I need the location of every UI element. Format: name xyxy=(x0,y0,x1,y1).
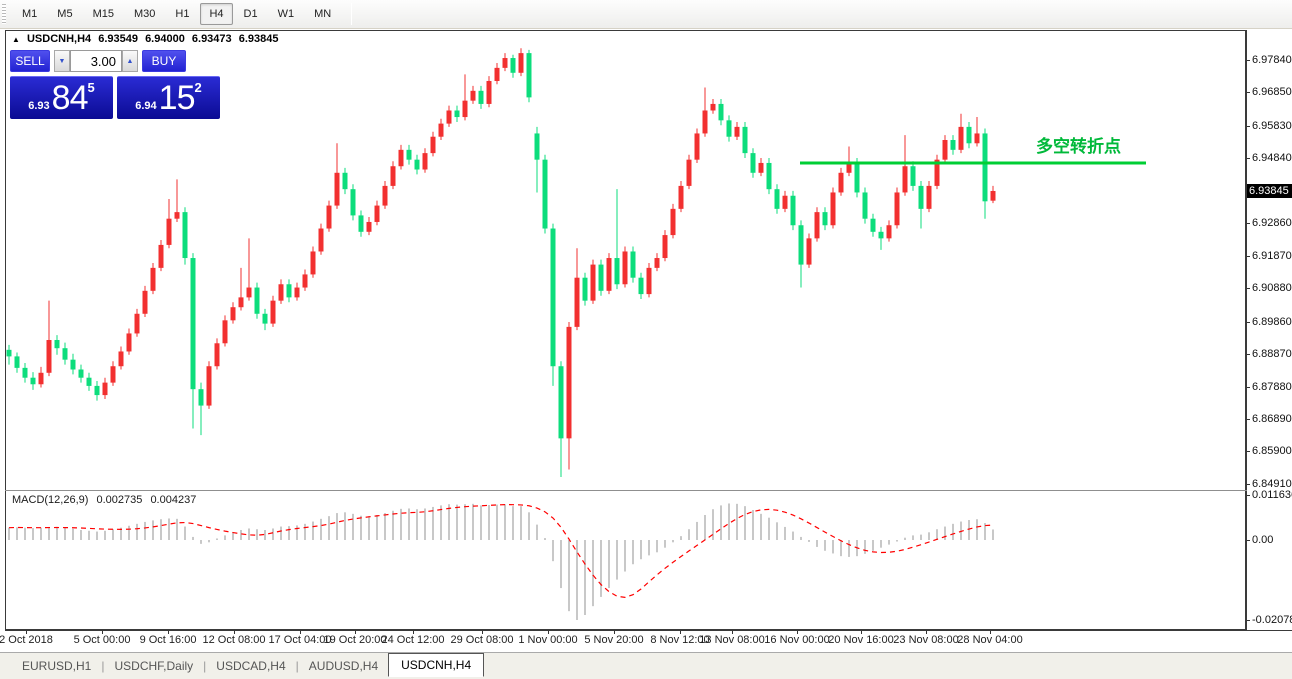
toolbar-divider xyxy=(351,3,352,25)
time-axis-label: 23 Nov 08:00 xyxy=(893,634,958,646)
price-axis-label: 6.88870 xyxy=(1252,348,1292,360)
price-tick xyxy=(1247,60,1250,61)
timeframe-toolbar: M1M5M15M30H1H4D1W1MN xyxy=(0,0,1292,29)
time-axis-label: 2 Oct 2018 xyxy=(0,634,53,646)
time-axis-label: 20 Nov 16:00 xyxy=(828,634,893,646)
time-axis-label: 5 Oct 00:00 xyxy=(74,634,131,646)
sell-price-panel[interactable]: 6.93 84 5 xyxy=(10,76,113,119)
time-axis-label: 5 Nov 20:00 xyxy=(584,634,643,646)
price-tick xyxy=(1247,387,1250,388)
macd-title: MACD(12,26,9) 0.002735 0.004237 xyxy=(12,494,201,506)
time-axis-label: 16 Nov 00:00 xyxy=(764,634,829,646)
ohlc-low: 6.93473 xyxy=(192,33,232,45)
timeframe-button-M5[interactable]: M5 xyxy=(48,3,81,25)
price-axis-label: 6.96850 xyxy=(1252,86,1292,98)
ohlc-open: 6.93549 xyxy=(98,33,138,45)
macd-axis-label: 0.00 xyxy=(1252,534,1273,546)
timeframe-button-MN[interactable]: MN xyxy=(305,3,340,25)
price-axis-label: 6.91870 xyxy=(1252,250,1292,262)
price-axis-label: 6.85900 xyxy=(1252,445,1292,457)
sell-price-main: 84 xyxy=(52,79,88,118)
macd-value: 0.002735 xyxy=(96,494,142,506)
price-tick xyxy=(1247,419,1250,420)
time-axis-label: 1 Nov 00:00 xyxy=(518,634,577,646)
time-axis-label: 24 Oct 12:00 xyxy=(382,634,445,646)
annotation-label[interactable]: 多空转折点 xyxy=(1036,136,1121,156)
time-axis-label: 12 Oct 08:00 xyxy=(203,634,266,646)
time-axis-label: 28 Nov 04:00 xyxy=(957,634,1022,646)
macd-tick xyxy=(1247,495,1250,496)
tab-USDCAD-H4[interactable]: USDCAD,H4 xyxy=(206,656,295,676)
price-axis-label: 6.97840 xyxy=(1252,54,1292,66)
time-axis-label: 29 Oct 08:00 xyxy=(451,634,514,646)
price-axis-label: 6.94840 xyxy=(1252,152,1292,164)
price-tick xyxy=(1247,451,1250,452)
timeframe-button-H1[interactable]: H1 xyxy=(166,3,198,25)
price-axis-label: 6.87880 xyxy=(1252,381,1292,393)
macd-signal-value: 0.004237 xyxy=(150,494,196,506)
macd-signal-line xyxy=(9,505,993,598)
timeframe-button-M1[interactable]: M1 xyxy=(13,3,46,25)
timeframe-button-H4[interactable]: H4 xyxy=(200,3,232,25)
sell-price-sup: 5 xyxy=(88,80,95,95)
price-axis-label: 6.95830 xyxy=(1252,120,1292,132)
price-tick xyxy=(1247,354,1250,355)
price-tick xyxy=(1247,322,1250,323)
price-axis-label: 6.90880 xyxy=(1252,282,1292,294)
tab-EURUSD-H1[interactable]: EURUSD,H1 xyxy=(12,656,101,676)
tab-USDCHF-Daily[interactable]: USDCHF,Daily xyxy=(104,656,203,676)
macd-axis-label: 0.011636 xyxy=(1252,489,1292,501)
buy-button[interactable]: BUY xyxy=(142,50,186,72)
price-tick xyxy=(1247,288,1250,289)
ohlc-high: 6.94000 xyxy=(145,33,185,45)
collapse-icon[interactable]: ▲ xyxy=(12,35,20,44)
chart-symbol: USDCNH,H4 xyxy=(27,33,91,45)
price-axis-label: 6.86890 xyxy=(1252,413,1292,425)
buy-price-small: 6.94 xyxy=(135,100,156,112)
buy-price-sup: 2 xyxy=(195,80,202,95)
volume-input[interactable] xyxy=(70,50,122,72)
price-tick xyxy=(1247,126,1250,127)
price-tick xyxy=(1247,223,1250,224)
buy-price-main: 15 xyxy=(159,79,195,118)
time-axis: 2 Oct 20185 Oct 00:009 Oct 16:0012 Oct 0… xyxy=(5,631,1292,649)
timeframe-button-M15[interactable]: M15 xyxy=(84,3,123,25)
timeframe-buttons: M1M5M15M30H1H4D1W1MN xyxy=(12,3,341,25)
time-axis-label: 17 Oct 04:00 xyxy=(269,634,332,646)
time-axis-label: 13 Nov 08:00 xyxy=(699,634,764,646)
macd-name: MACD(12,26,9) xyxy=(12,494,88,506)
macd-chart-svg xyxy=(5,492,1246,630)
toolbar-grip[interactable] xyxy=(2,4,6,24)
sell-button[interactable]: SELL xyxy=(10,50,50,72)
timeframe-button-M30[interactable]: M30 xyxy=(125,3,164,25)
price-axis-label: 6.84910 xyxy=(1252,478,1292,490)
timeframe-button-W1[interactable]: W1 xyxy=(269,3,304,25)
macd-tick xyxy=(1247,540,1250,541)
macd-tick xyxy=(1247,620,1250,621)
price-axis-label: 6.89860 xyxy=(1252,316,1292,328)
terminal-window: M1M5M15M30H1H4D1W1MN 多空转折点 ▲ USDCNH,H4 6… xyxy=(0,0,1292,679)
volume-increase-button[interactable]: ▲ xyxy=(122,50,138,72)
tab-AUDUSD-H4[interactable]: AUDUSD,H4 xyxy=(299,656,388,676)
price-tick xyxy=(1247,484,1250,485)
current-price-tag: 6.93845 xyxy=(1247,184,1292,198)
price-axis: 6.97840 6.96850 6.95830 6.94840 6.92860 6.918… xyxy=(1247,30,1292,630)
buy-price-panel[interactable]: 6.94 15 2 xyxy=(117,76,220,119)
time-axis-label: 19 Oct 20:00 xyxy=(324,634,387,646)
macd-axis-label: -0.020788 xyxy=(1252,614,1292,626)
ohlc-close: 6.93845 xyxy=(239,33,279,45)
price-axis-label: 6.92860 xyxy=(1252,217,1292,229)
price-tick xyxy=(1247,158,1250,159)
chart-macd-splitter[interactable] xyxy=(5,490,1292,491)
volume-decrease-button[interactable]: ▼ xyxy=(54,50,70,72)
chart-title: ▲ USDCNH,H4 6.93549 6.94000 6.93473 6.93… xyxy=(12,33,282,45)
price-tick xyxy=(1247,92,1250,93)
price-tick xyxy=(1247,256,1250,257)
sell-price-small: 6.93 xyxy=(28,100,49,112)
time-axis-label: 9 Oct 16:00 xyxy=(140,634,197,646)
symbol-tab-bar: EURUSD,H1|USDCHF,Daily|USDCAD,H4|AUDUSD,… xyxy=(0,652,1292,679)
timeframe-button-D1[interactable]: D1 xyxy=(235,3,267,25)
tab-USDCNH-H4[interactable]: USDCNH,H4 xyxy=(388,653,484,677)
